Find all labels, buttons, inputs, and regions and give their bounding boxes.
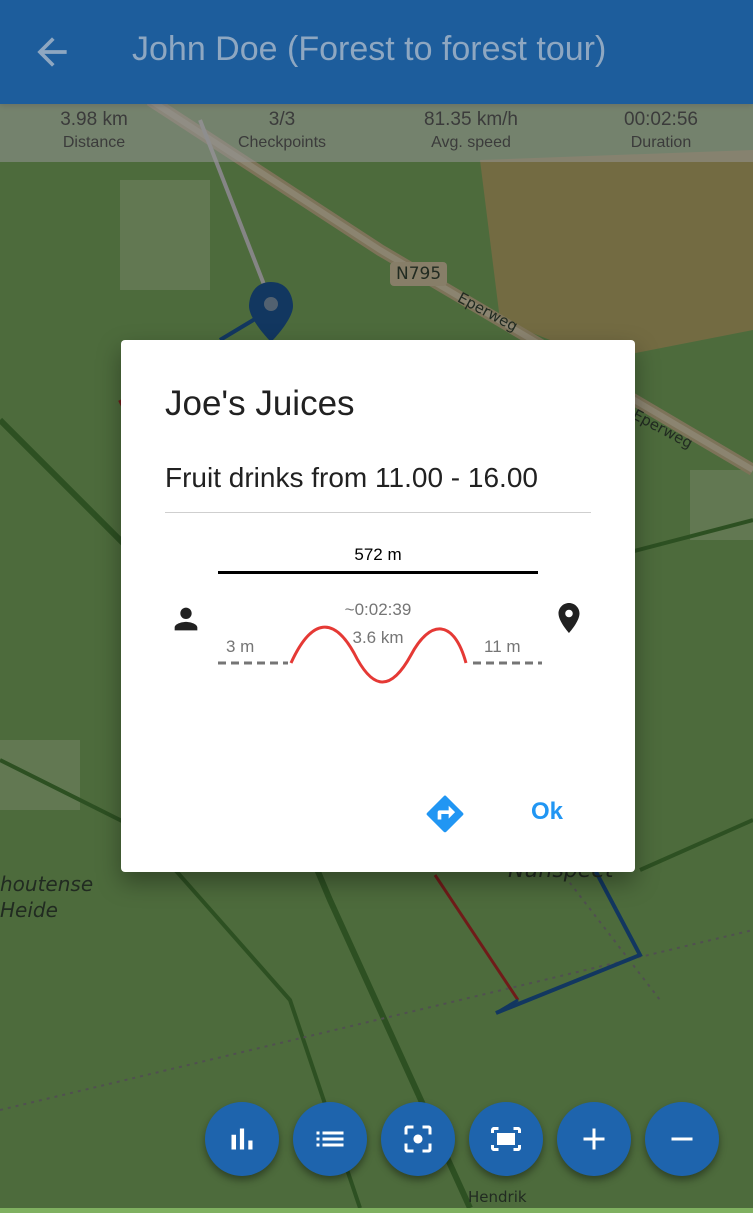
person-icon bbox=[174, 607, 198, 631]
checkpoint-dialog: Joe's Juices Fruit drinks from 11.00 - 1… bbox=[121, 340, 635, 872]
navigate-button[interactable] bbox=[423, 792, 467, 836]
center-position-button[interactable] bbox=[381, 1102, 455, 1176]
estimated-duration: ~0:02:39 bbox=[344, 600, 412, 619]
total-distance: 572 m bbox=[354, 545, 402, 564]
zoom-out-icon bbox=[671, 1137, 693, 1141]
fit-screen-icon bbox=[491, 1127, 521, 1151]
stat-label: Avg. speed bbox=[431, 134, 511, 151]
arrow-back-icon bbox=[37, 37, 67, 67]
stat-value: 3/3 bbox=[268, 109, 296, 130]
page-title: John Doe (Forest to forest tour) bbox=[132, 30, 607, 68]
zoom-in-icon bbox=[583, 1128, 605, 1150]
start-offset: 3 m bbox=[226, 637, 255, 656]
end-offset: 11 m bbox=[484, 637, 521, 656]
map-pin-icon bbox=[558, 603, 580, 633]
dialog-description: Fruit drinks from 11.00 - 16.00 bbox=[165, 462, 538, 493]
stat-checkpoints: 3/3 Checkpoints bbox=[188, 108, 376, 154]
directions-icon bbox=[426, 795, 464, 833]
bar-chart-icon bbox=[231, 1128, 253, 1150]
divider bbox=[165, 512, 591, 513]
statistics-button[interactable] bbox=[205, 1102, 279, 1176]
stat-duration: 00:02:56 Duration bbox=[567, 108, 753, 154]
app-bar: John Doe (Forest to forest tour) bbox=[0, 0, 753, 104]
stat-avg-speed: 81.35 km/h Avg. speed bbox=[377, 108, 565, 154]
ok-button[interactable]: Ok bbox=[531, 798, 563, 826]
zoom-out-button[interactable] bbox=[645, 1102, 719, 1176]
fit-screen-button[interactable] bbox=[469, 1102, 543, 1176]
list-icon bbox=[316, 1131, 344, 1147]
stat-label: Duration bbox=[630, 134, 692, 151]
stat-distance: 3.98 km Distance bbox=[0, 108, 188, 154]
back-button[interactable] bbox=[30, 30, 74, 74]
stat-value: 3.98 km bbox=[60, 109, 128, 130]
stat-label: Distance bbox=[62, 134, 126, 151]
stats-bar: 3.98 km Distance 3/3 Checkpoints 81.35 k… bbox=[0, 104, 753, 162]
stat-value: 00:02:56 bbox=[624, 109, 698, 130]
zoom-in-button[interactable] bbox=[557, 1102, 631, 1176]
route-distance: 3.6 km bbox=[352, 628, 404, 647]
dialog-title: Joe's Juices bbox=[165, 384, 355, 423]
focus-icon bbox=[404, 1125, 432, 1153]
stat-value: 81.35 km/h bbox=[424, 109, 518, 130]
stat-label: Checkpoints bbox=[237, 134, 327, 151]
list-button[interactable] bbox=[293, 1102, 367, 1176]
distance-bar bbox=[218, 571, 538, 574]
